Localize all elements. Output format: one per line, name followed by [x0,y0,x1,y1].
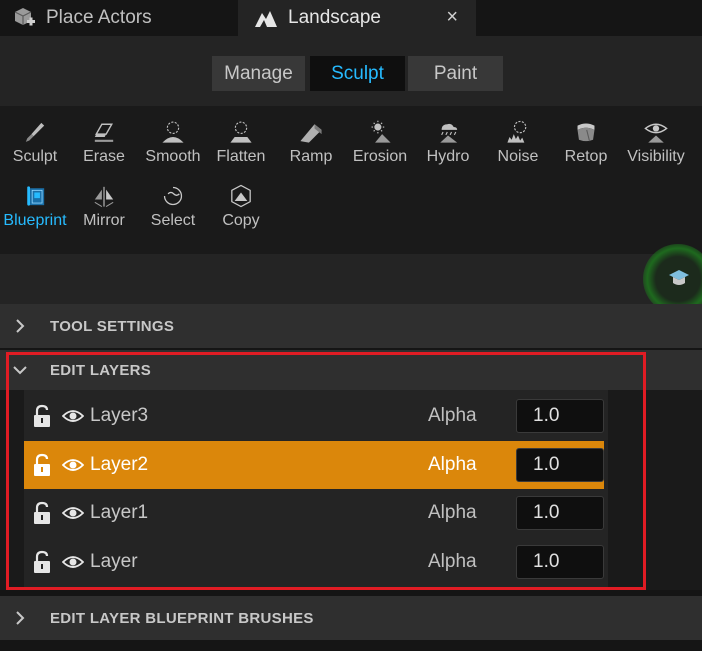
blueprint-icon [27,186,45,206]
tool-label: Retop [564,148,608,165]
eye-icon[interactable] [62,406,84,426]
layer-row[interactable]: Layer1 Alpha 1.0 [24,489,604,537]
bottom-strip [0,640,702,651]
section-title: TOOL SETTINGS [50,317,175,335]
layer-row-selected[interactable]: Layer2 Alpha 1.0 [24,441,604,489]
tool-visibility[interactable]: Visibility [622,106,690,166]
sculpt-brush-icon [25,122,45,142]
tool-settings-header[interactable]: TOOL SETTINGS [0,304,702,348]
tab-place-actors[interactable]: Place Actors [0,0,236,36]
retopologize-icon [577,123,595,142]
tab-landscape[interactable]: Landscape × [238,0,476,36]
tab-label: Landscape [288,7,381,28]
alpha-label: Alpha [428,502,477,523]
tool-label: Erase [83,148,125,165]
unlock-icon[interactable] [32,404,52,428]
alpha-input[interactable]: 1.0 [516,496,604,530]
layer-name: Layer2 [90,454,149,475]
tool-label: Blueprint [3,212,67,229]
toolbar-spacer [0,254,702,304]
mode-bar: Manage Sculpt Paint [0,36,702,106]
section-title: EDIT LAYER BLUEPRINT BRUSHES [50,609,314,627]
tool-label: Mirror [83,212,125,229]
layer-name: Layer3 [90,405,149,426]
eraser-icon [94,123,114,142]
tool-noise[interactable]: Noise [484,106,552,166]
section-title: EDIT LAYERS [50,361,152,379]
tab-label: Place Actors [46,7,152,28]
mirror-icon [94,186,114,208]
alpha-label: Alpha [428,405,477,426]
noise-icon [507,120,527,143]
tool-flatten[interactable]: Flatten [207,106,275,166]
ramp-icon [300,124,322,143]
tab-bar: Place Actors Landscape × [0,0,702,36]
layer-name: Layer1 [90,502,149,523]
tool-retop[interactable]: Retop [552,106,620,166]
tool-blueprint[interactable]: Blueprint [1,170,69,230]
tool-palette: Sculpt Erase Smooth Flatten Ramp Erosion… [0,106,702,254]
eye-icon[interactable] [62,503,84,523]
unlock-icon[interactable] [32,453,52,477]
unlock-icon[interactable] [32,550,52,574]
paint-mode-button[interactable]: Paint [408,56,503,91]
landscape-icon [255,11,277,27]
tool-mirror[interactable]: Mirror [70,170,138,230]
graduation-cap-icon [669,270,689,285]
edit-layers-header[interactable]: EDIT LAYERS [0,350,702,390]
sculpt-mode-button[interactable]: Sculpt [310,56,405,91]
tool-label: Erosion [352,148,408,165]
tool-smooth[interactable]: Smooth [139,106,207,166]
tool-label: Select [150,212,196,229]
tool-select[interactable]: Select [139,170,207,230]
chevron-down-icon [0,350,40,390]
blueprint-brushes-header[interactable]: EDIT LAYER BLUEPRINT BRUSHES [0,596,702,640]
alpha-input[interactable]: 1.0 [516,448,604,482]
tool-label: Hydro [426,148,470,165]
manage-mode-button[interactable]: Manage [212,56,305,91]
visibility-icon [644,123,668,143]
layer-name: Layer [90,551,138,572]
tool-ramp[interactable]: Ramp [277,106,345,166]
tool-label: Visibility [627,148,685,165]
tool-erase[interactable]: Erase [70,106,138,166]
flatten-icon [230,121,252,143]
layer-row[interactable]: Layer Alpha 1.0 [24,538,604,586]
tool-label: Flatten [216,148,266,165]
alpha-label: Alpha [428,551,477,572]
tool-label: Sculpt [12,148,58,165]
tool-label: Smooth [145,148,201,165]
tool-label: Ramp [289,148,333,165]
tool-sculpt[interactable]: Sculpt [1,106,69,166]
select-icon [163,186,183,206]
chevron-right-icon [0,596,40,640]
smooth-icon [162,121,184,143]
alpha-input[interactable]: 1.0 [516,545,604,579]
alpha-label: Alpha [428,454,477,475]
tool-hydro[interactable]: Hydro [414,106,482,166]
eye-icon[interactable] [62,552,84,572]
tool-label: Noise [497,148,539,165]
eye-icon[interactable] [62,455,84,475]
tool-erosion[interactable]: Erosion [346,106,414,166]
place-actors-icon [14,8,35,26]
erosion-icon [371,120,391,143]
chevron-right-icon [0,304,40,348]
unlock-icon[interactable] [32,501,52,525]
alpha-input[interactable]: 1.0 [516,399,604,433]
tool-label: Copy [222,212,260,229]
tool-copy[interactable]: Copy [207,170,275,230]
copy-icon [231,184,251,208]
hydro-icon [440,123,458,143]
layer-row[interactable]: Layer3 Alpha 1.0 [24,392,604,440]
close-icon[interactable]: × [446,6,458,29]
